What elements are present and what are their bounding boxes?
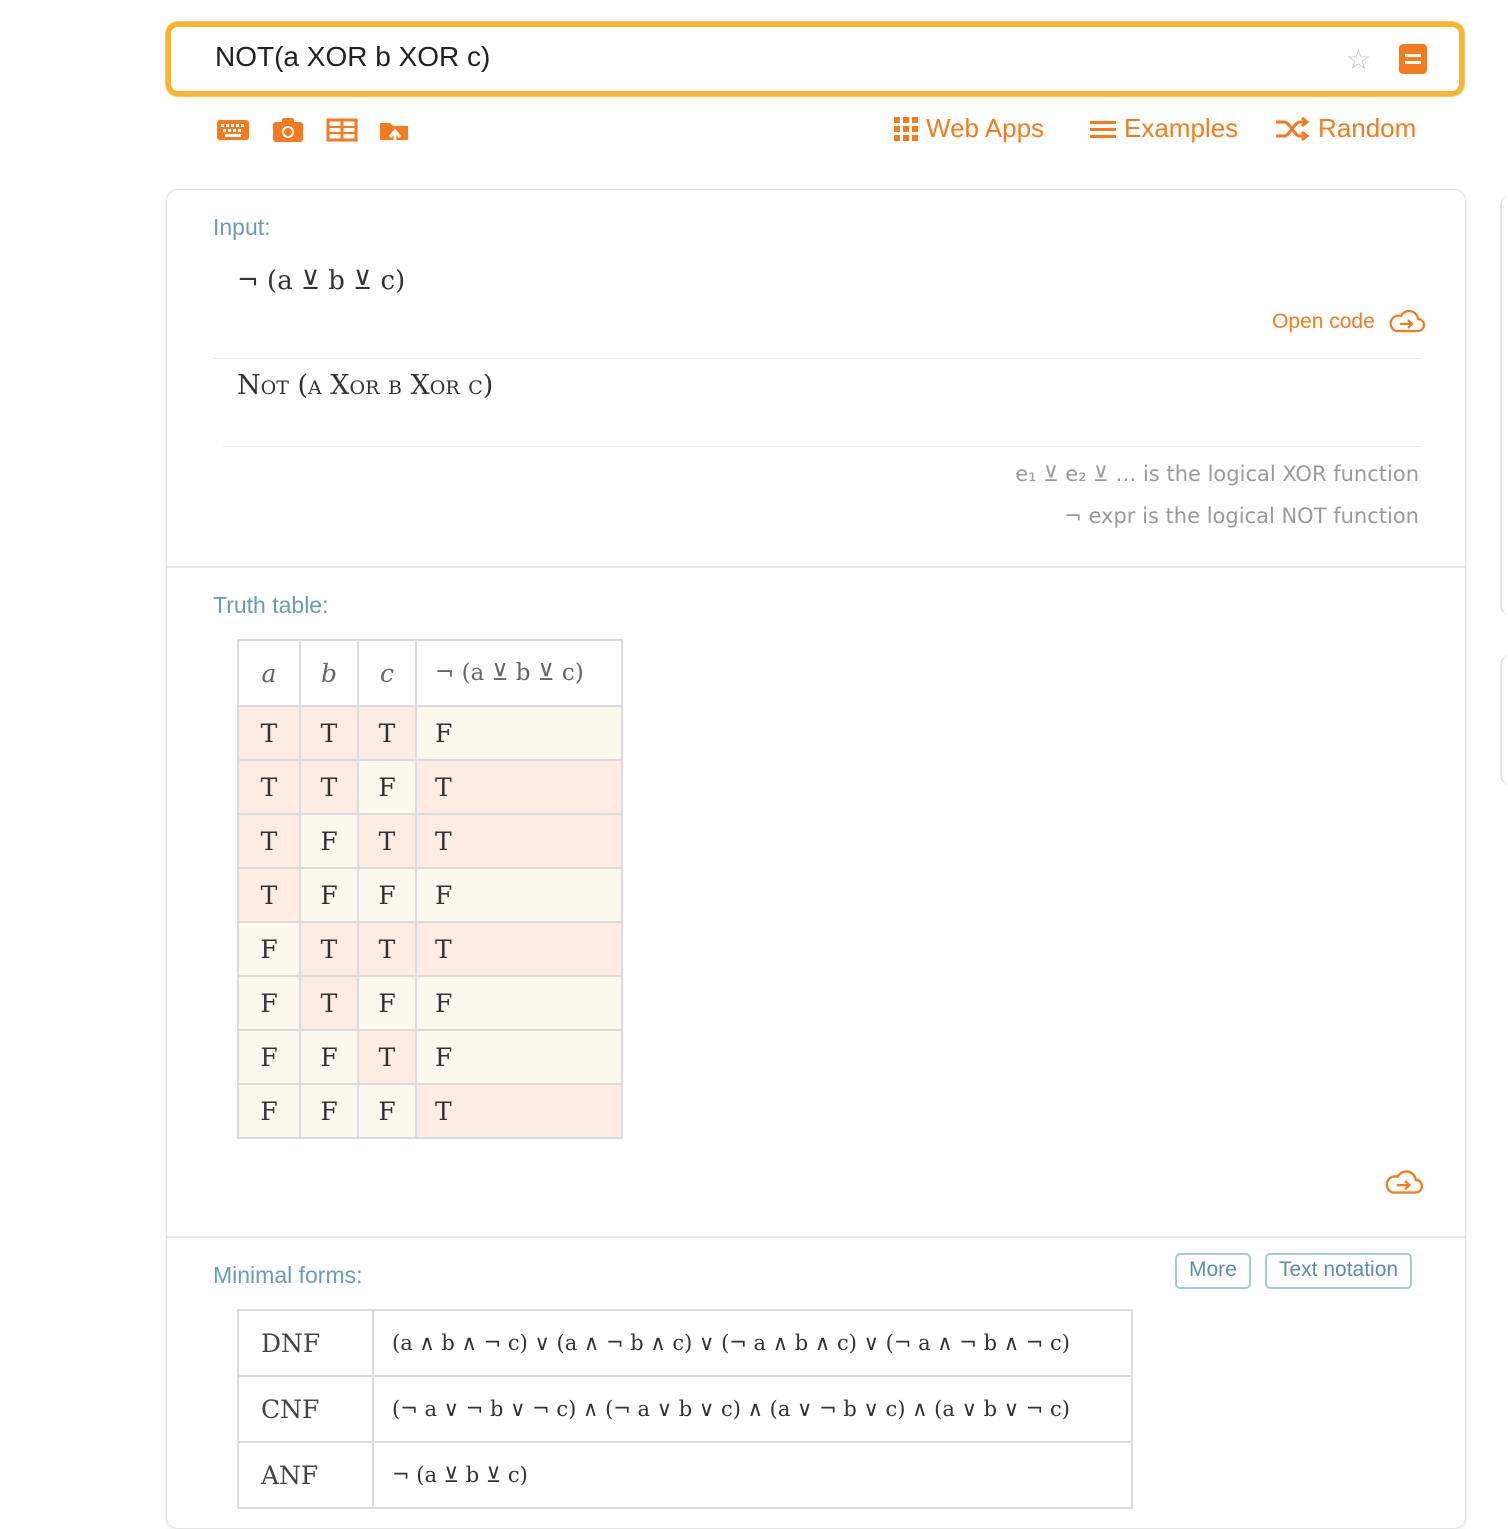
result-cell: T [415,759,623,815]
not-note: ¬ expr is the logical NOT function [1064,504,1419,528]
result-cell: T [415,813,623,869]
truth-table: a b c ¬ (a ⊻ b ⊻ c) TTTFTTFTTFTTTFFFFTTT… [237,639,623,1139]
truth-table-header: a b c ¬ (a ⊻ b ⊻ c) [237,639,623,707]
examples-label: Examples [1124,113,1239,143]
truth-table-row: TTTF [237,705,623,761]
input-cell: T [299,759,359,815]
form-expression: ¬ (a ⊻ b ⊻ c) [372,1441,1133,1509]
web-apps-label: Web Apps [926,113,1045,143]
input-cell: F [237,1029,301,1085]
pod-separator [167,566,1465,568]
header-result: ¬ (a ⊻ b ⊻ c) [415,639,623,707]
table-icon[interactable] [326,117,360,143]
input-cell: F [299,813,359,869]
input-cell: F [357,975,417,1031]
input-cell: F [237,1083,301,1139]
input-pod-title: Input: [213,214,271,240]
input-cell: T [299,921,359,977]
search-bar[interactable]: NOT(a XOR b XOR c) ☆ [166,22,1464,96]
header-a: a [237,639,301,707]
minimal-forms-title: Minimal forms: [213,1262,363,1288]
header-c: c [357,639,417,707]
examples-link[interactable]: Examples [1090,113,1238,144]
grid-icon [894,117,918,141]
input-cell: F [357,1083,417,1139]
result-cell: F [415,867,623,923]
input-cell: F [237,921,301,977]
search-input[interactable]: NOT(a XOR b XOR c) [215,41,490,73]
form-expression: (¬ a ∨ ¬ b ∨ ¬ c) ∧ (¬ a ∨ b ∨ c) ∧ (a ∨… [372,1375,1133,1443]
minimal-form-row: ANF ¬ (a ⊻ b ⊻ c) [237,1441,1133,1509]
shuffle-icon [1276,116,1310,142]
input-cell: F [357,867,417,923]
more-button[interactable]: More [1175,1253,1251,1289]
input-cell: F [299,867,359,923]
truth-table-row: FTFF [237,975,623,1031]
result-cell: T [415,921,623,977]
truth-table-row: FTTT [237,921,623,977]
open-code-link[interactable]: Open code [1272,308,1425,334]
cloud-arrow-icon[interactable] [1383,1168,1423,1196]
input-english: Not (a Xor b Xor c) [237,370,494,401]
truth-table-row: FFTF [237,1029,623,1085]
open-code-label: Open code [1272,310,1375,333]
random-label: Random [1318,113,1417,143]
header-b: b [299,639,359,707]
input-cell: T [237,705,301,761]
star-icon[interactable]: ☆ [1346,43,1371,76]
result-cell: T [415,1083,623,1139]
input-cell: T [357,921,417,977]
random-link[interactable]: Random [1274,113,1416,144]
result-cell: F [415,975,623,1031]
form-label: ANF [237,1441,374,1509]
minimal-forms-table: DNF (a ∧ b ∧ ¬ c) ∨ (a ∧ ¬ b ∧ c) ∨ (¬ a… [237,1309,1133,1509]
camera-icon[interactable] [272,117,306,143]
adjacent-card-edge [1500,195,1508,615]
input-cell: T [299,705,359,761]
minimal-form-row: DNF (a ∧ b ∧ ¬ c) ∨ (a ∧ ¬ b ∧ c) ∨ (¬ a… [237,1309,1133,1377]
result-cell: F [415,705,623,761]
result-cell: F [415,1029,623,1085]
input-cell: T [237,867,301,923]
input-cell: T [237,813,301,869]
divider [223,446,1421,447]
input-cell: F [299,1029,359,1085]
xor-note: e₁ ⊻ e₂ ⊻ … is the logical XOR function [1015,462,1419,486]
input-cell: F [237,975,301,1031]
pod-separator [167,1236,1465,1238]
input-cell: T [357,813,417,869]
menu-icon [1090,121,1116,138]
folder-upload-icon[interactable] [378,117,412,143]
web-apps-link[interactable]: Web Apps [894,113,1044,144]
cloud-arrow-icon [1389,309,1425,333]
results-card: Input: ¬ (a ⊻ b ⊻ c) Open code Not (a Xo… [166,189,1466,1529]
truth-table-row: TTFT [237,759,623,815]
input-cell: T [237,759,301,815]
input-cell: T [299,975,359,1031]
input-expression: ¬ (a ⊻ b ⊻ c) [237,266,406,296]
divider [213,358,1421,359]
keyboard-icon[interactable] [216,117,250,143]
input-cell: T [357,705,417,761]
text-notation-button[interactable]: Text notation [1265,1253,1413,1289]
form-label: DNF [237,1309,374,1377]
submit-button[interactable] [1399,44,1427,74]
truth-table-row: TFFF [237,867,623,923]
truth-table-title: Truth table: [213,592,329,618]
adjacent-card-edge [1500,655,1508,785]
form-expression: (a ∧ b ∧ ¬ c) ∨ (a ∧ ¬ b ∧ c) ∨ (¬ a ∧ b… [372,1309,1133,1377]
truth-table-row: TFTT [237,813,623,869]
form-label: CNF [237,1375,374,1443]
input-cell: T [357,1029,417,1085]
minimal-form-row: CNF (¬ a ∨ ¬ b ∨ ¬ c) ∧ (¬ a ∨ b ∨ c) ∧ … [237,1375,1133,1443]
truth-table-row: FFFT [237,1083,623,1139]
input-cell: F [299,1083,359,1139]
input-cell: F [357,759,417,815]
